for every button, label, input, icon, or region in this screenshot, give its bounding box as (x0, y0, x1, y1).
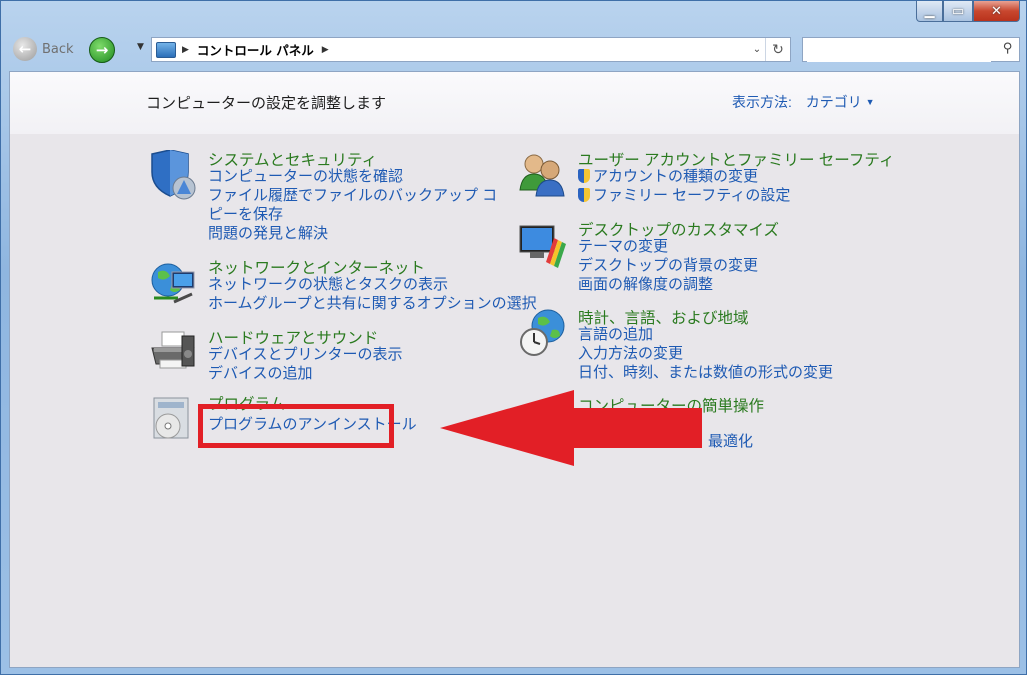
address-dropdown-icon[interactable]: ⌄ (749, 38, 766, 61)
breadcrumb-chevron-icon[interactable]: ▶ (182, 45, 189, 55)
search-box[interactable]: ⚲ (802, 37, 1020, 62)
programs-disc-icon (153, 397, 189, 439)
uac-shield-icon (578, 169, 590, 183)
page-title: コンピューターの設定を調整します (146, 95, 387, 112)
forward-button[interactable]: → (89, 37, 115, 63)
view-by-label: 表示方法: (732, 94, 792, 110)
category-links: テーマの変更 デスクトップの背景の変更 画面の解像度の調整 (578, 237, 758, 294)
content-header: コンピューターの設定を調整します 表示方法: カテゴリ ▼ (10, 72, 1019, 134)
link-change-account-type[interactable]: アカウントの種類の変更 (578, 167, 790, 186)
users-icon (519, 154, 565, 197)
view-by-value[interactable]: カテゴリ (806, 94, 862, 110)
refresh-icon[interactable]: ↻ (766, 42, 790, 58)
annotation-arrow-icon (440, 390, 702, 466)
link-network-status[interactable]: ネットワークの状態とタスクの表示 (208, 275, 537, 294)
category-links: デバイスとプリンターの表示 デバイスの追加 (208, 345, 403, 383)
back-arrow-icon: ← (13, 37, 37, 61)
link-devices-printers[interactable]: デバイスとプリンターの表示 (208, 345, 403, 364)
shield-icon (151, 150, 196, 200)
view-by: 表示方法: カテゴリ ▼ (732, 92, 875, 112)
link-optimize-display[interactable]: 最適化 (708, 432, 753, 451)
category-links: ネットワークの状態とタスクの表示 ホームグループと共有に関するオプションの選択 (208, 275, 537, 313)
forward-arrow-icon: → (95, 41, 109, 59)
category-links: アカウントの種類の変更 ファミリー セーフティの設定 (578, 167, 790, 205)
link-add-device[interactable]: デバイスの追加 (208, 364, 403, 383)
link-family-safety-label[interactable]: ファミリー セーフティの設定 (593, 187, 790, 204)
recent-pages-dropdown-icon[interactable]: ▼ (137, 42, 144, 52)
back-label: Back (42, 41, 74, 57)
back-button[interactable]: ← Back (13, 37, 74, 61)
search-input[interactable] (807, 39, 991, 62)
address-bar[interactable]: ▶ コントロール パネル ▶ ⌄ ↻ (151, 37, 791, 62)
category-links: 最適化 (708, 432, 753, 451)
link-change-account-type-label[interactable]: アカウントの種類の変更 (593, 168, 758, 185)
link-add-language[interactable]: 言語の追加 (578, 325, 833, 344)
clock-globe-icon (520, 309, 565, 356)
view-by-dropdown[interactable]: カテゴリ ▼ (806, 94, 875, 110)
dropdown-arrow-icon[interactable]: ▼ (866, 97, 875, 107)
main-content: コンピューターの設定を調整します 表示方法: カテゴリ ▼ システムとセキュリテ… (9, 71, 1020, 668)
link-troubleshoot[interactable]: 問題の発見と解決 (208, 224, 498, 243)
navigation-toolbar: ← Back → ▼ ▶ コントロール パネル ▶ ⌄ ↻ ⚲ (9, 31, 1020, 69)
uac-shield-icon (578, 188, 590, 202)
link-adjust-resolution[interactable]: 画面の解像度の調整 (578, 275, 758, 294)
link-change-date-format[interactable]: 日付、時刻、または数値の形式の変更 (578, 363, 833, 382)
category-links: コンピューターの状態を確認 ファイル履歴でファイルのバックアップ コピーを保存 … (208, 167, 498, 243)
link-file-history-backup[interactable]: ファイル履歴でファイルのバックアップ コピーを保存 (208, 186, 498, 224)
caption-buttons: ▁ ▭ ✕ (916, 1, 1020, 22)
link-change-input-method[interactable]: 入力方法の変更 (578, 344, 833, 363)
desktop-monitor-icon (519, 225, 566, 268)
search-icon[interactable]: ⚲ (1003, 41, 1013, 56)
network-globe-icon (151, 263, 195, 304)
link-homegroup-options[interactable]: ホームグループと共有に関するオプションの選択 (208, 294, 537, 313)
highlight-box (198, 404, 394, 448)
control-panel-icon (156, 41, 176, 58)
minimize-button[interactable]: ▁ (916, 1, 943, 22)
link-change-theme[interactable]: テーマの変更 (578, 237, 758, 256)
category-links: 言語の追加 入力方法の変更 日付、時刻、または数値の形式の変更 (578, 325, 833, 382)
printer-icon (151, 331, 195, 369)
control-panel-window: ▁ ▭ ✕ ← Back → ▼ ▶ コントロール パネル ▶ ⌄ ↻ ⚲ コン… (0, 0, 1027, 675)
link-check-status[interactable]: コンピューターの状態を確認 (208, 167, 498, 186)
maximize-button[interactable]: ▭ (943, 1, 973, 22)
breadcrumb-chevron-icon[interactable]: ▶ (322, 45, 329, 55)
link-family-safety[interactable]: ファミリー セーフティの設定 (578, 186, 790, 205)
close-button[interactable]: ✕ (973, 1, 1020, 22)
breadcrumb-control-panel[interactable]: コントロール パネル (197, 40, 314, 59)
link-change-background[interactable]: デスクトップの背景の変更 (578, 256, 758, 275)
